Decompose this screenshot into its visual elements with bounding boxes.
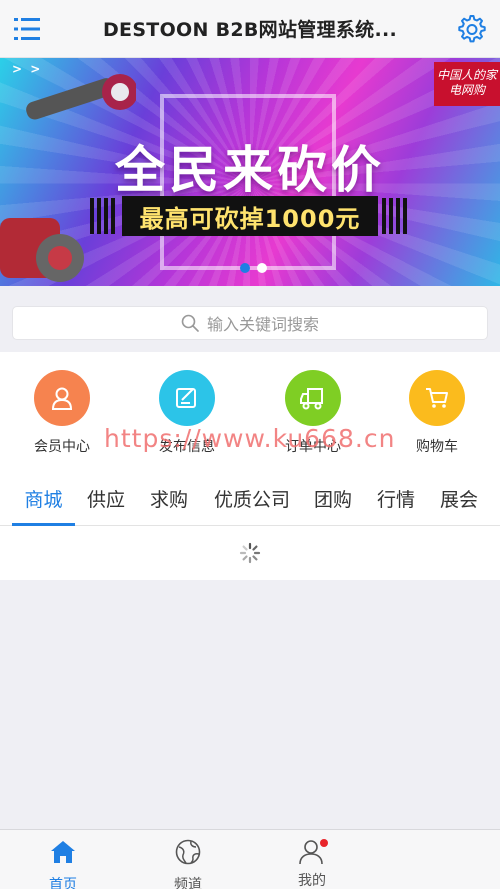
- carousel-dots: [240, 263, 267, 273]
- shortcut-label: 会员中心: [34, 439, 90, 455]
- gear-icon[interactable]: [456, 13, 488, 45]
- nav-label: 首页: [49, 877, 77, 889]
- tab-mall[interactable]: 商城: [12, 470, 75, 526]
- nav-label: 我的: [298, 873, 326, 889]
- truck-icon: [285, 370, 341, 426]
- tab-purchase[interactable]: 求购: [143, 470, 195, 526]
- user-icon: [34, 370, 90, 426]
- profile-icon: [298, 838, 328, 866]
- category-tabs: 商城 供应 求购 优质公司 团购 行情 展会: [0, 470, 500, 526]
- tab-group-buy[interactable]: 团购: [307, 470, 359, 526]
- promo-banner[interactable]: > > 中国人的家电网购 全民来砍价 最高可砍掉1000元: [0, 58, 500, 286]
- nav-label: 频道: [174, 877, 202, 889]
- shortcut-member-center[interactable]: 会员中心: [12, 370, 112, 456]
- store-logo: 中国人的家电网购: [434, 62, 500, 106]
- banner-subline: 最高可砍掉1000元: [139, 204, 361, 233]
- vacuum-image: [0, 218, 84, 282]
- tab-quality-companies[interactable]: 优质公司: [208, 470, 296, 526]
- tab-supply[interactable]: 供应: [80, 470, 132, 526]
- shortcut-label: 购物车: [416, 439, 458, 455]
- shortcut-cart[interactable]: 购物车: [387, 370, 487, 456]
- carousel-dot-2[interactable]: [257, 263, 267, 273]
- content-loading: [0, 526, 500, 580]
- tab-exhibition[interactable]: 展会: [433, 470, 485, 526]
- banner-subline-bar: 最高可砍掉1000元: [122, 196, 378, 236]
- banner-headline: 全民来砍价: [115, 141, 385, 199]
- bottom-nav: 首页 频道 我的: [0, 829, 500, 889]
- globe-icon: [175, 839, 201, 865]
- nav-channel[interactable]: 频道: [138, 830, 238, 889]
- nav-home[interactable]: 首页: [13, 830, 113, 889]
- menu-icon[interactable]: [14, 17, 40, 41]
- edit-icon: [159, 370, 215, 426]
- search-input[interactable]: 输入关键词搜索: [12, 306, 488, 340]
- search-placeholder: 输入关键词搜索: [206, 315, 319, 334]
- spinner-icon: [239, 542, 261, 564]
- top-header: DESTOON B2B网站管理系统...: [0, 0, 500, 58]
- banner-arrows: > >: [12, 62, 43, 76]
- notification-dot: [320, 839, 328, 847]
- home-icon: [51, 841, 75, 863]
- watermark-text: https://www.ku668.cn: [104, 424, 396, 453]
- page-title: DESTOON B2B网站管理系统...: [102, 19, 398, 41]
- dumbbell-right: [382, 198, 410, 234]
- dumbbell-left: [90, 198, 118, 234]
- nav-mine[interactable]: 我的: [262, 830, 362, 889]
- tab-market[interactable]: 行情: [370, 470, 422, 526]
- carousel-dot-1[interactable]: [240, 263, 250, 273]
- cart-icon: [409, 370, 465, 426]
- search-icon: [181, 314, 199, 332]
- search-section: 输入关键词搜索: [0, 286, 500, 352]
